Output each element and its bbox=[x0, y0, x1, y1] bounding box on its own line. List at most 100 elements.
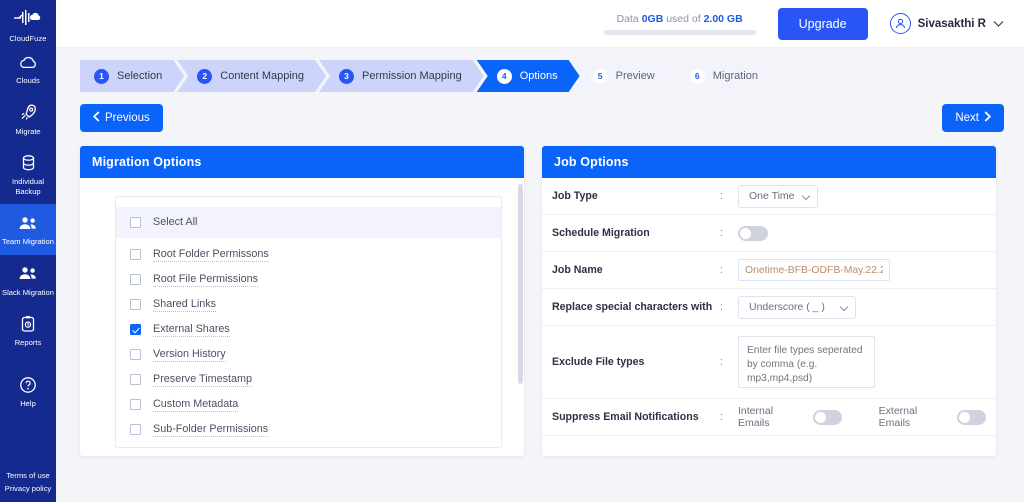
wizard-nav-row: Previous Next bbox=[56, 92, 1024, 132]
clipboard-icon bbox=[20, 314, 36, 334]
internal-emails-label: Internal Emails bbox=[738, 405, 774, 429]
job-options-body: Job Type : One Time Schedule Migration:… bbox=[542, 178, 996, 456]
option-checkbox[interactable] bbox=[130, 374, 141, 385]
step-number: 4 bbox=[497, 69, 512, 84]
step-label: Selection bbox=[117, 70, 163, 82]
step-preview[interactable]: 5 Preview bbox=[573, 60, 677, 92]
sidebar-item-individual-backup[interactable]: Individual Backup bbox=[0, 144, 56, 204]
job-type-select[interactable]: One Time bbox=[738, 184, 818, 208]
main-area: Data 0GB used of 2.00 GB Upgrade Sivasak… bbox=[56, 0, 1024, 502]
step-selection[interactable]: 1 Selection bbox=[80, 60, 184, 92]
chevron-left-icon bbox=[92, 111, 100, 125]
rocket-icon bbox=[19, 103, 38, 123]
next-button[interactable]: Next bbox=[942, 104, 1004, 132]
internal-emails-toggle[interactable] bbox=[813, 409, 842, 425]
wizard-stepper: 1 Selection 2 Content Mapping 3 Permissi… bbox=[80, 60, 1004, 92]
sidebar-footer: Terms of use Privacy policy bbox=[0, 470, 56, 494]
step-content-mapping[interactable]: 2 Content Mapping bbox=[177, 60, 326, 92]
option-row-shared-links[interactable]: Shared Links bbox=[116, 292, 501, 317]
option-label: Version History bbox=[153, 347, 226, 362]
option-row-select-all[interactable]: Select All bbox=[116, 207, 501, 238]
options-scrollbar[interactable] bbox=[518, 184, 523, 384]
brand-name: CloudFuze bbox=[9, 34, 47, 43]
step-number: 2 bbox=[197, 69, 212, 84]
option-row-root-file-permissions[interactable]: Root File Permissions bbox=[116, 267, 501, 292]
option-row-preserve-timestamp[interactable]: Preserve Timestamp bbox=[116, 367, 501, 392]
job-row-colon: : bbox=[720, 356, 723, 368]
user-name: Sivasakthi R bbox=[917, 17, 986, 30]
schedule-migration-toggle[interactable] bbox=[738, 225, 768, 241]
option-label: Root File Permissions bbox=[153, 272, 259, 287]
option-row-external-shares[interactable]: External Shares bbox=[116, 317, 501, 342]
step-options[interactable]: 4 Options bbox=[477, 60, 580, 92]
top-header: Data 0GB used of 2.00 GB Upgrade Sivasak… bbox=[56, 0, 1024, 48]
job-row-suppress-email-notifications: Suppress Email Notifications : Internal … bbox=[542, 399, 996, 436]
stepper-container: 1 Selection 2 Content Mapping 3 Permissi… bbox=[56, 48, 1024, 92]
upgrade-button[interactable]: Upgrade bbox=[777, 7, 868, 40]
data-usage-progress-bar bbox=[603, 29, 756, 35]
migration-options-card: Select All Root Folder Permissons Root F… bbox=[115, 196, 502, 448]
sidebar-item-migrate[interactable]: Migrate bbox=[0, 94, 56, 145]
option-label: External Shares bbox=[153, 322, 230, 337]
data-usage-prefix: Data bbox=[616, 12, 639, 25]
step-number: 3 bbox=[339, 69, 354, 84]
option-checkbox[interactable] bbox=[130, 324, 141, 335]
exclude-file-types-textarea[interactable] bbox=[738, 336, 875, 388]
option-row-inner-file-permissions[interactable]: Inner File Permissions bbox=[116, 442, 501, 449]
job-row-job-name: Job Name : bbox=[542, 252, 996, 289]
terms-of-use-link[interactable]: Terms of use bbox=[6, 470, 49, 481]
step-permission-mapping[interactable]: 3 Permission Mapping bbox=[319, 60, 484, 92]
job-row-colon: : bbox=[720, 264, 723, 276]
chevron-right-icon bbox=[984, 111, 992, 125]
sidebar-item-label: Migrate bbox=[15, 126, 41, 136]
job-name-input[interactable] bbox=[738, 259, 890, 281]
option-checkbox[interactable] bbox=[130, 249, 141, 260]
sidebar-item-reports[interactable]: Reports bbox=[0, 305, 56, 356]
sidebar-item-team-migration[interactable]: Team Migration bbox=[0, 204, 56, 255]
migration-options-list: Select All Root Folder Permissons Root F… bbox=[116, 197, 501, 449]
step-migration[interactable]: 6 Migration bbox=[670, 60, 780, 92]
job-row-exclude-file-types: Exclude File types : bbox=[542, 326, 996, 399]
job-name-label: Job Name bbox=[552, 264, 603, 276]
option-label: Shared Links bbox=[153, 297, 217, 312]
option-checkbox[interactable] bbox=[130, 424, 141, 435]
job-row-colon: : bbox=[720, 190, 723, 202]
option-checkbox[interactable] bbox=[130, 274, 141, 285]
option-label: Inner File Permissions bbox=[153, 448, 260, 449]
data-usage-middle: used of bbox=[666, 12, 701, 25]
option-row-version-history[interactable]: Version History bbox=[116, 342, 501, 367]
sidebar-item-label: Individual Backup bbox=[11, 177, 45, 196]
user-menu[interactable]: Sivasakthi R bbox=[889, 13, 1004, 34]
step-number: 1 bbox=[94, 69, 109, 84]
data-usage-total: 2.00 GB bbox=[703, 12, 743, 25]
option-checkbox[interactable] bbox=[130, 399, 141, 410]
sidebar-item-label: Reports bbox=[14, 338, 42, 347]
option-row-custom-metadata[interactable]: Custom Metadata bbox=[116, 392, 501, 417]
step-label: Preview bbox=[615, 70, 655, 82]
sidebar-item-label: Clouds bbox=[16, 76, 40, 85]
migration-options-panel: Migration Options Select All Root Folder… bbox=[80, 146, 524, 456]
option-checkbox[interactable] bbox=[130, 349, 141, 360]
external-emails-toggle[interactable] bbox=[957, 409, 987, 425]
previous-button[interactable]: Previous bbox=[80, 104, 163, 132]
privacy-policy-link[interactable]: Privacy policy bbox=[5, 483, 51, 494]
option-row-root-folder-permissons[interactable]: Root Folder Permissons bbox=[116, 242, 501, 267]
step-label: Migration bbox=[712, 70, 758, 82]
option-checkbox[interactable] bbox=[130, 299, 141, 310]
migration-options-title: Migration Options bbox=[80, 146, 524, 178]
users-icon bbox=[18, 213, 39, 233]
option-label: Select All bbox=[153, 216, 198, 228]
previous-button-label: Previous bbox=[105, 112, 150, 124]
job-row-replace-special-characters: Replace special characters with : Unders… bbox=[542, 289, 996, 326]
replace-special-select[interactable]: Underscore ( _ ) bbox=[738, 295, 856, 319]
option-row-sub-folder-permissions[interactable]: Sub-Folder Permissions bbox=[116, 417, 501, 442]
sidebar-item-clouds[interactable]: Clouds bbox=[0, 43, 56, 94]
sidebar-item-help[interactable]: Help bbox=[0, 366, 56, 417]
job-type-label: Job Type bbox=[552, 190, 598, 202]
step-label: Permission Mapping bbox=[362, 70, 462, 82]
select-all-checkbox[interactable] bbox=[130, 217, 141, 228]
database-icon bbox=[20, 153, 37, 173]
avatar bbox=[889, 13, 911, 34]
sidebar-item-slack-migration[interactable]: Slack Migration bbox=[0, 255, 56, 306]
brand-logo[interactable]: CloudFuze bbox=[9, 0, 46, 43]
